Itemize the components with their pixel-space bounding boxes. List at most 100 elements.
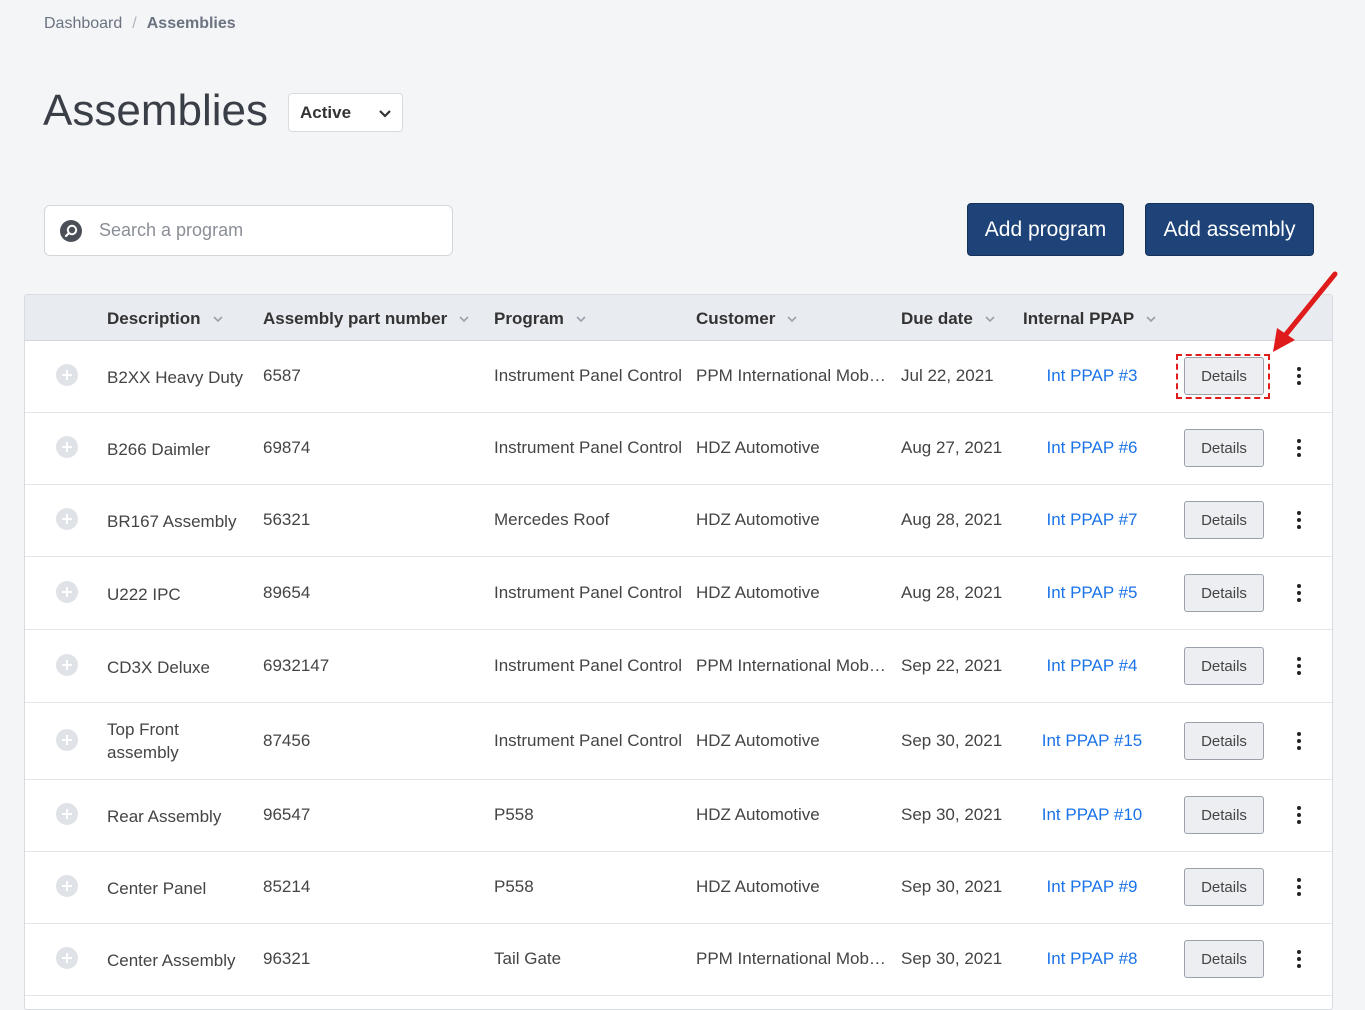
cell-customer: PPM International Mob… <box>696 949 886 968</box>
cell-customer: HDZ Automotive <box>696 438 820 457</box>
expand-row-icon[interactable] <box>55 653 79 677</box>
search-icon <box>60 219 82 242</box>
more-options-icon[interactable] <box>1291 655 1307 677</box>
cell-program: Mercedes Roof <box>494 510 610 529</box>
details-button[interactable]: Details <box>1184 722 1264 760</box>
search-box <box>44 205 453 256</box>
column-header-label: Due date <box>901 309 973 328</box>
table-row: CD3X Deluxe 6932147 Instrument Panel Contr… <box>25 630 1332 703</box>
cell-customer: PPM International Mob… <box>696 656 886 675</box>
column-header-label: Program <box>494 309 564 328</box>
more-options-icon[interactable] <box>1291 948 1307 970</box>
details-button[interactable]: Details <box>1184 501 1264 539</box>
cell-due-date: Aug 27, 2021 <box>901 438 1003 457</box>
add-assembly-button[interactable]: Add assembly <box>1145 203 1314 256</box>
column-header-label: Customer <box>696 309 776 328</box>
cell-customer: HDZ Automotive <box>696 877 820 896</box>
annotation-arrow-icon <box>1273 271 1338 352</box>
cell-description: BR167 Assembly <box>107 512 237 531</box>
status-filter-value: Active <box>300 102 352 122</box>
search-input[interactable] <box>99 220 399 241</box>
expand-row-icon[interactable] <box>55 874 79 898</box>
cell-description: U222 IPC <box>107 585 181 604</box>
more-options-icon[interactable] <box>1291 437 1307 459</box>
cell-part-number: 6587 <box>263 366 301 385</box>
ppap-link[interactable]: Int PPAP #7 <box>1027 510 1157 530</box>
cell-program: Instrument Panel Control <box>494 731 683 750</box>
cell-part-number: 85214 <box>263 877 311 896</box>
expand-row-icon[interactable] <box>55 435 79 459</box>
chevron-down-icon <box>212 316 223 323</box>
breadcrumb-separator: / <box>132 15 137 32</box>
expand-row-icon[interactable] <box>55 802 79 826</box>
chevron-down-icon <box>985 316 995 323</box>
table-row: B2XX Heavy Duty 6587 Instrument Panel Cont… <box>25 341 1332 413</box>
cell-program: Instrument Panel Control <box>494 656 683 675</box>
details-button[interactable]: Details <box>1184 868 1264 906</box>
expand-row-icon[interactable] <box>55 507 79 531</box>
cell-due-date: Aug 28, 2021 <box>901 510 1003 529</box>
cell-part-number: 56321 <box>263 510 311 529</box>
ppap-link[interactable]: Int PPAP #4 <box>1027 656 1157 676</box>
details-button[interactable]: Details <box>1184 429 1264 467</box>
cell-program: Instrument Panel Control <box>494 366 683 385</box>
expand-row-icon[interactable] <box>55 363 79 387</box>
ppap-link[interactable]: Int PPAP #10 <box>1027 805 1157 825</box>
more-options-icon[interactable] <box>1291 365 1307 387</box>
cell-customer: HDZ Automotive <box>696 731 820 750</box>
cell-description: Rear Assembly <box>107 807 222 826</box>
cell-customer: HDZ Automotive <box>696 583 820 602</box>
cell-description: CD3X Deluxe <box>107 658 210 677</box>
ppap-link[interactable]: Int PPAP #15 <box>1027 731 1157 751</box>
status-filter-select[interactable]: Active <box>288 93 403 132</box>
more-options-icon[interactable] <box>1291 876 1307 898</box>
breadcrumb-current: Assemblies <box>146 15 236 32</box>
cell-program: P558 <box>494 877 534 896</box>
ppap-link[interactable]: Int PPAP #6 <box>1027 438 1157 458</box>
column-header-program[interactable]: Program <box>494 309 588 329</box>
page-title: Assemblies <box>43 86 268 135</box>
table-row: U222 IPC 89654 Instrument Panel Control HDZ… <box>25 557 1332 630</box>
ppap-link[interactable]: Int PPAP #9 <box>1027 877 1157 897</box>
details-button[interactable]: Details <box>1184 647 1264 685</box>
breadcrumb: Dashboard / Assemblies <box>44 15 236 33</box>
cell-due-date: Sep 22, 2021 <box>901 656 1003 675</box>
breadcrumb-dashboard-link[interactable]: Dashboard <box>44 15 122 33</box>
more-options-icon[interactable] <box>1291 730 1307 752</box>
column-header-due-date[interactable]: Due date <box>901 309 997 329</box>
cell-description: B266 Daimler <box>107 440 210 459</box>
cell-due-date: Jul 22, 2021 <box>901 366 994 385</box>
table-row: Center Assembly 96321 Tail Gate PPM Interna… <box>25 924 1332 996</box>
chevron-down-icon <box>379 110 391 118</box>
expand-row-icon[interactable] <box>55 946 79 970</box>
more-options-icon[interactable] <box>1291 582 1307 604</box>
cell-part-number: 89654 <box>263 583 311 602</box>
cell-part-number: 96321 <box>263 949 311 968</box>
ppap-link[interactable]: Int PPAP #5 <box>1027 583 1157 603</box>
assemblies-table: Description Assembly part number Program… <box>24 294 1333 1010</box>
chevron-down-icon <box>459 316 469 323</box>
ppap-link[interactable]: Int PPAP #8 <box>1027 949 1157 969</box>
more-options-icon[interactable] <box>1291 804 1307 826</box>
cell-program: Instrument Panel Control <box>494 583 683 602</box>
chevron-down-icon <box>787 316 797 323</box>
column-header-internal-ppap[interactable]: Internal PPAP <box>1023 309 1158 329</box>
cell-program: Tail Gate <box>494 949 562 968</box>
cell-customer: HDZ Automotive <box>696 805 820 824</box>
details-button[interactable]: Details <box>1184 940 1264 978</box>
column-header-customer[interactable]: Customer <box>696 309 799 329</box>
cell-due-date: Sep 30, 2021 <box>901 731 1003 750</box>
ppap-link[interactable]: Int PPAP #3 <box>1027 366 1157 386</box>
more-options-icon[interactable] <box>1291 509 1307 531</box>
column-header-label: Assembly part number <box>263 309 448 328</box>
column-header-description[interactable]: Description <box>107 309 225 329</box>
expand-row-icon[interactable] <box>55 728 79 752</box>
cell-part-number: 87456 <box>263 731 311 750</box>
expand-row-icon[interactable] <box>55 580 79 604</box>
details-button[interactable]: Details <box>1184 357 1264 395</box>
add-program-button[interactable]: Add program <box>967 203 1124 256</box>
details-button[interactable]: Details <box>1184 574 1264 612</box>
table-row: Top Front assembly 87456 Instrument Panel … <box>25 703 1332 780</box>
column-header-part-number[interactable]: Assembly part number <box>263 309 471 329</box>
details-button[interactable]: Details <box>1184 796 1264 834</box>
